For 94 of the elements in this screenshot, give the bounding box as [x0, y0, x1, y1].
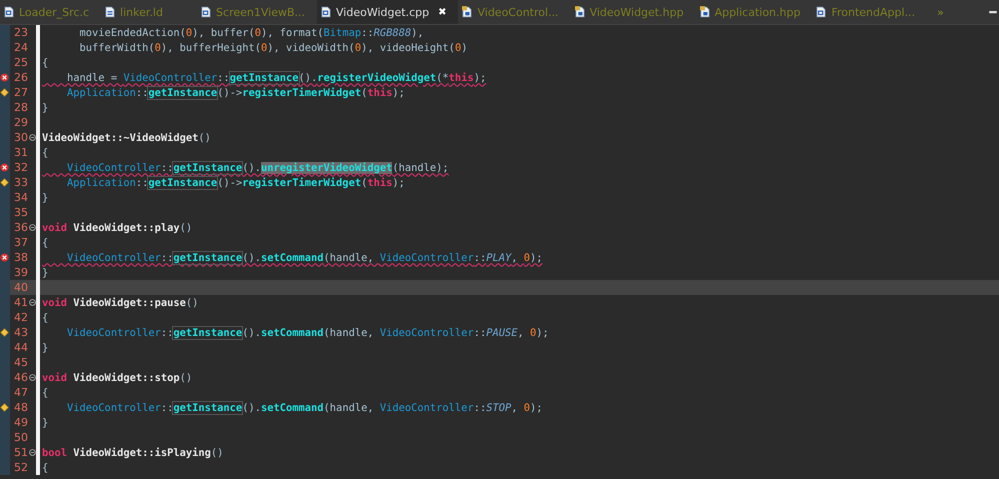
line-number: 38	[13, 251, 28, 264]
tab-label: VideoWidget.cpp	[336, 6, 430, 18]
code-line: }	[42, 266, 48, 278]
code-line: }	[42, 102, 48, 114]
line-number: 42	[13, 311, 28, 324]
line-number: 29	[13, 116, 28, 129]
line-number: 35	[13, 206, 28, 219]
code-line: bufferWidth(0), bufferHeight(0), videoWidth(0), videoHeight(0)	[78, 42, 468, 54]
editor-tab[interactable]: Screen1ViewB...	[197, 0, 318, 24]
code-line: {	[42, 386, 48, 398]
line-number: 24	[13, 41, 28, 54]
code-line: {	[42, 312, 48, 324]
code-line: VideoWidget::~VideoWidget()	[42, 132, 211, 144]
source-file-icon	[201, 6, 212, 18]
line-number: 26	[13, 71, 28, 84]
code-line: VideoController::getInstance().setCommand(handle, VideoController::STOP, 0);	[66, 402, 543, 414]
line-number: 39	[13, 266, 28, 279]
code-line: bool VideoWidget::isPlaying()	[42, 446, 224, 458]
code-line: {	[42, 236, 48, 248]
line-number: 31	[13, 146, 28, 159]
code-line: VideoController::getInstance().setCommand(handle, VideoController::PAUSE, 0);	[66, 326, 549, 338]
editor-tab[interactable]: Loader_Src.c	[0, 0, 102, 24]
warning-marker-icon	[0, 403, 9, 412]
line-number: 52	[13, 461, 28, 474]
tab-label: Loader_Src.c	[19, 6, 90, 18]
source-file-icon	[321, 6, 332, 18]
error-marker-icon	[0, 253, 9, 262]
code-line: }	[42, 416, 48, 428]
line-number: 44	[13, 341, 28, 354]
header-file-icon	[574, 6, 585, 18]
line-number: 33	[13, 176, 28, 189]
source-file-icon	[4, 6, 14, 18]
error-marker-icon	[0, 163, 9, 172]
editor-tab[interactable]: VideoControl...	[458, 0, 571, 24]
code-line: {	[42, 462, 48, 474]
editor-tab[interactable]: FrontendAppl...	[812, 0, 928, 24]
line-number: 41	[13, 296, 28, 309]
more-tabs-button[interactable]: »	[927, 0, 954, 24]
error-marker-icon	[0, 73, 9, 82]
tab-label: Application.hpp	[714, 6, 800, 18]
source-file-icon	[816, 6, 826, 18]
collapse-icon[interactable]	[28, 299, 36, 306]
code-line: VideoController::getInstance().setCommand(handle, VideoController::PLAY, 0);	[66, 252, 543, 264]
minimize-icon[interactable]	[989, 10, 997, 14]
line-number: 25	[13, 56, 28, 69]
collapse-icon[interactable]	[28, 374, 36, 381]
warning-marker-icon	[0, 178, 9, 187]
code-line: void VideoWidget::stop()	[42, 372, 192, 384]
warning-marker-icon	[0, 328, 9, 337]
code-line: {	[42, 56, 48, 68]
line-number: 23	[13, 26, 28, 39]
line-number: 50	[13, 431, 28, 444]
line-number: 36	[13, 221, 28, 234]
code-line: movieEndedAction(0), buffer(0), format(Bitmap::RGB888),	[78, 26, 424, 38]
line-number: 45	[13, 356, 28, 369]
line-number: 32	[13, 161, 28, 174]
editor-tab[interactable]: linker.ld	[101, 0, 198, 24]
tab-label: linker.ld	[120, 6, 163, 18]
line-number: 28	[13, 101, 28, 114]
code-line: handle = VideoController::getInstance().registerVideoWidget(*this);	[66, 72, 486, 84]
code-line: {	[42, 146, 48, 158]
warning-marker-icon	[0, 88, 9, 97]
close-tab-button[interactable]: ✖	[438, 6, 446, 18]
collapse-icon[interactable]	[28, 224, 36, 231]
line-number: 40	[13, 281, 28, 294]
tab-label: VideoControl...	[477, 6, 559, 18]
line-number: 43	[13, 326, 28, 339]
code-line: Application::getInstance()->registerTimerWidget(this);	[66, 176, 405, 188]
code-line: VideoController::getInstance().unregisterVideoWidget(handle);	[66, 162, 449, 174]
header-file-icon	[462, 6, 472, 18]
line-number: 49	[13, 416, 28, 429]
collapse-icon[interactable]	[28, 134, 36, 141]
tab-label: Screen1ViewB...	[216, 6, 306, 18]
code-line: }	[42, 192, 48, 204]
editor-tab[interactable]: Application.hpp	[696, 0, 812, 24]
code-line: Application::getInstance()->registerTimerWidget(this);	[66, 86, 405, 98]
header-file-icon	[700, 6, 710, 18]
tab-label: VideoWidget.hpp	[590, 6, 684, 18]
line-number: 34	[13, 191, 28, 204]
text-file-icon	[105, 6, 116, 18]
editor-tab[interactable]: VideoWidget.cpp ✖	[317, 0, 458, 24]
editor-tab[interactable]: VideoWidget.hpp	[570, 0, 696, 24]
line-number: 46	[13, 371, 28, 384]
tab-label: FrontendAppl...	[831, 6, 916, 18]
line-number: 30	[13, 131, 28, 144]
collapse-icon[interactable]	[28, 449, 36, 456]
code-line: void VideoWidget::pause()	[42, 296, 198, 308]
line-number: 27	[13, 86, 28, 99]
code-line: void VideoWidget::play()	[42, 222, 192, 234]
line-number: 51	[13, 446, 28, 459]
line-number: 37	[13, 236, 28, 249]
code-line: }	[42, 342, 48, 354]
line-number: 48	[13, 401, 28, 414]
line-number: 47	[13, 386, 28, 399]
